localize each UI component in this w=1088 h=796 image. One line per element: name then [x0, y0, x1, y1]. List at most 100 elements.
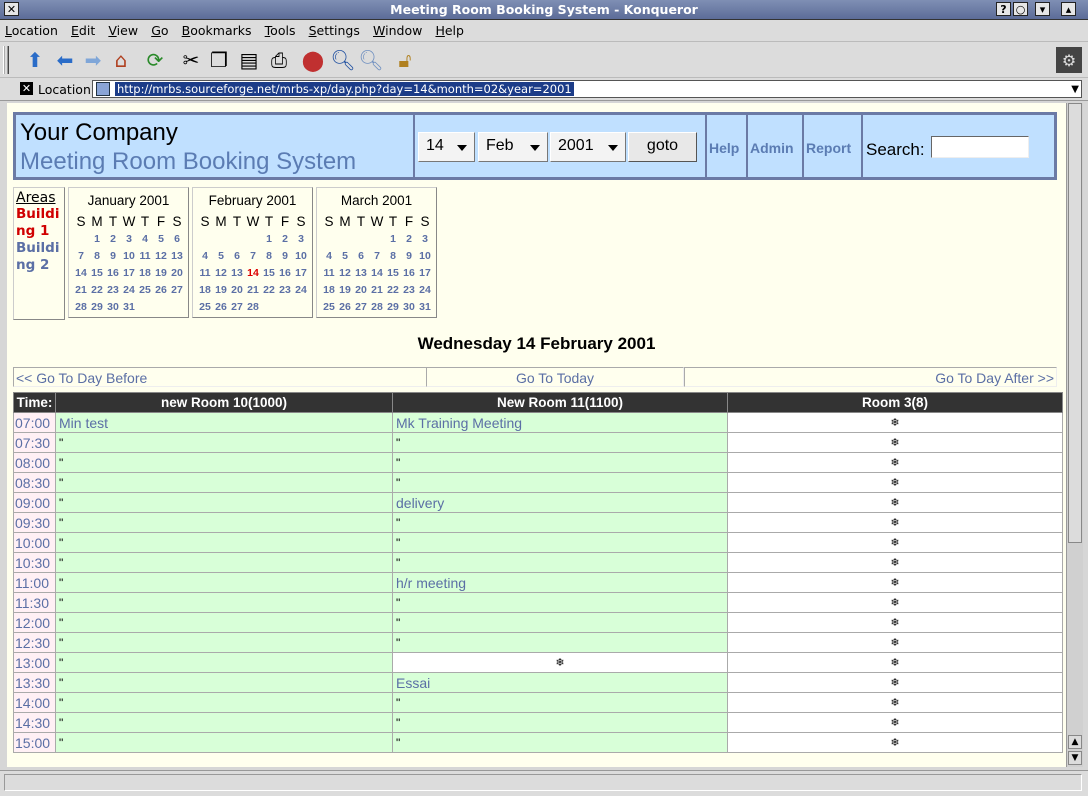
booking-continuation[interactable]: " [55, 492, 393, 513]
menu-go[interactable]: Go [146, 20, 172, 38]
calendar-day[interactable]: 30 [105, 298, 121, 315]
booking-continuation[interactable]: " [392, 612, 728, 633]
month-select[interactable]: Feb [478, 132, 548, 162]
booking-continuation[interactable]: " [392, 712, 728, 733]
calendar-day[interactable]: 8 [89, 247, 105, 264]
calendar-day[interactable]: 6 [353, 247, 369, 264]
maximize-window-icon[interactable]: ▴ [1061, 2, 1076, 16]
menu-location[interactable]: Location [0, 20, 62, 38]
calendar-day[interactable]: 26 [337, 298, 353, 315]
calendar-day[interactable]: 6 [229, 247, 245, 264]
calendar-day[interactable]: 2 [105, 230, 121, 247]
calendar-day[interactable]: 10 [417, 247, 433, 264]
calendar-day[interactable]: 1 [89, 230, 105, 247]
time-slot[interactable]: 13:00 [13, 652, 56, 673]
clear-location-icon[interactable]: ✕ [20, 82, 33, 95]
menu-bookmarks[interactable]: Bookmarks [177, 20, 256, 38]
calendar-day[interactable]: 15 [89, 264, 105, 281]
calendar-day[interactable]: 23 [277, 281, 293, 298]
booking-continuation[interactable]: " [55, 652, 393, 673]
vertical-scrollbar[interactable]: ▲ ▼ [1066, 103, 1083, 767]
booking-continuation[interactable]: " [392, 732, 728, 753]
time-slot[interactable]: 10:00 [13, 532, 56, 553]
calendar-day[interactable]: 24 [121, 281, 137, 298]
room-header[interactable]: new Room 10(1000) [55, 392, 393, 413]
time-slot[interactable]: 11:00 [13, 572, 56, 593]
calendar-day[interactable]: 26 [213, 298, 229, 315]
calendar-day[interactable]: 8 [261, 247, 277, 264]
calendar-day[interactable]: 17 [121, 264, 137, 281]
calendar-day[interactable]: 24 [417, 281, 433, 298]
time-slot[interactable]: 07:00 [13, 412, 56, 433]
booking-continuation[interactable]: " [55, 472, 393, 493]
calendar-day[interactable]: 5 [337, 247, 353, 264]
booking-continuation[interactable]: " [55, 632, 393, 653]
calendar-day[interactable]: 4 [137, 230, 153, 247]
day-after-link[interactable]: Go To Day After >> [684, 367, 1057, 387]
booking-entry[interactable]: Min test [55, 412, 393, 433]
calendar-day[interactable]: 21 [369, 281, 385, 298]
calendar-day[interactable]: 19 [337, 281, 353, 298]
booking-continuation[interactable]: " [392, 532, 728, 553]
cut-icon[interactable]: ✂ [178, 47, 204, 73]
booking-entry[interactable]: Mk Training Meeting [392, 412, 728, 433]
konqueror-throbber-icon[interactable]: ⚙ [1056, 47, 1082, 73]
calendar-day[interactable]: 9 [401, 247, 417, 264]
booking-continuation[interactable]: " [55, 592, 393, 613]
booking-continuation[interactable]: " [55, 612, 393, 633]
booking-continuation[interactable]: " [392, 452, 728, 473]
calendar-day[interactable]: 20 [169, 264, 185, 281]
calendar-day[interactable]: 31 [417, 298, 433, 315]
time-slot[interactable]: 15:00 [13, 732, 56, 753]
booking-continuation[interactable]: " [392, 692, 728, 713]
time-slot[interactable]: 12:00 [13, 612, 56, 633]
calendar-day[interactable]: 21 [73, 281, 89, 298]
new-booking-icon[interactable]: ❄ [727, 432, 1063, 453]
menu-edit[interactable]: Edit [66, 20, 99, 38]
calendar-day[interactable]: 16 [105, 264, 121, 281]
calendar-day[interactable]: 21 [245, 281, 261, 298]
room-header[interactable]: Room 3(8) [727, 392, 1063, 413]
booking-entry[interactable]: Essai [392, 672, 728, 693]
calendar-day[interactable]: 16 [401, 264, 417, 281]
calendar-day[interactable]: 11 [197, 264, 213, 281]
calendar-day[interactable]: 25 [137, 281, 153, 298]
calendar-day[interactable]: 20 [229, 281, 245, 298]
window-titlebar[interactable]: ✕ Meeting Room Booking System - Konquero… [0, 0, 1088, 20]
url-input[interactable]: http://mrbs.sourceforge.net/mrbs-xp/day.… [92, 80, 1082, 98]
report-link[interactable]: Report [806, 140, 851, 156]
calendar-day[interactable]: 12 [213, 264, 229, 281]
goto-button[interactable]: goto [628, 132, 697, 162]
search-input[interactable] [931, 136, 1029, 158]
new-booking-icon[interactable]: ❄ [727, 572, 1063, 593]
calendar-day[interactable]: 14 [245, 264, 261, 281]
calendar-day[interactable]: 26 [153, 281, 169, 298]
new-booking-icon[interactable]: ❄ [727, 732, 1063, 753]
calendar-day[interactable]: 23 [105, 281, 121, 298]
booking-continuation[interactable]: " [392, 432, 728, 453]
help-window-icon[interactable]: ? [996, 2, 1011, 16]
zoom-out-icon[interactable]: 🔍︎ [358, 47, 384, 73]
new-booking-icon[interactable]: ❄ [727, 412, 1063, 433]
url-dropdown-icon[interactable]: ▼ [1071, 84, 1079, 95]
time-slot[interactable]: 09:30 [13, 512, 56, 533]
new-booking-icon[interactable]: ❄ [727, 712, 1063, 733]
scroll-down-icon[interactable]: ▼ [1068, 751, 1082, 765]
up-icon[interactable]: ⬆ [22, 47, 48, 73]
booking-continuation[interactable]: " [55, 552, 393, 573]
menu-window[interactable]: Window [368, 20, 426, 38]
scrollbar-thumb[interactable] [1068, 103, 1082, 543]
url-text[interactable]: http://mrbs.sourceforge.net/mrbs-xp/day.… [115, 82, 574, 96]
calendar-day[interactable]: 22 [89, 281, 105, 298]
new-booking-icon[interactable]: ❄ [727, 492, 1063, 513]
calendar-day[interactable]: 1 [385, 230, 401, 247]
calendar-day[interactable]: 18 [197, 281, 213, 298]
calendar-day[interactable]: 28 [369, 298, 385, 315]
sticky-window-icon[interactable]: ○ [1013, 2, 1028, 16]
calendar-day[interactable]: 9 [277, 247, 293, 264]
calendar-day[interactable]: 10 [121, 247, 137, 264]
booking-continuation[interactable]: " [55, 512, 393, 533]
calendar-day[interactable]: 22 [385, 281, 401, 298]
calendar-day[interactable]: 18 [321, 281, 337, 298]
new-booking-icon[interactable]: ❄ [727, 592, 1063, 613]
